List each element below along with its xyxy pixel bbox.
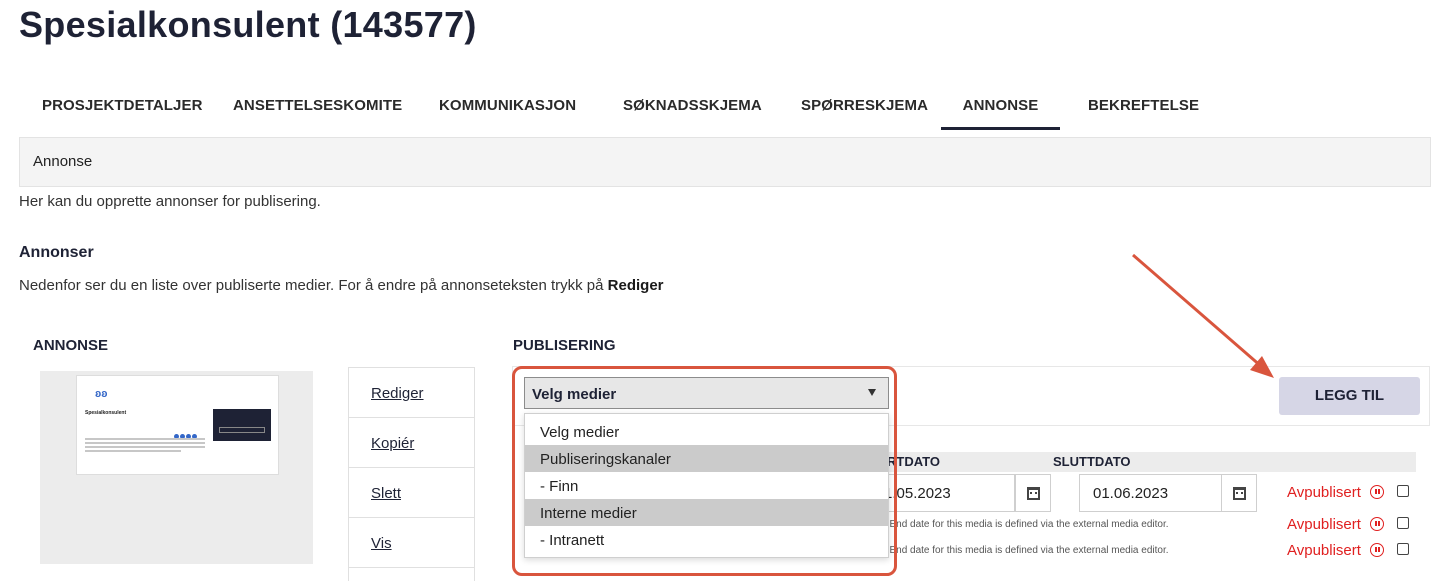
- annotation-arrow: [1132, 253, 1274, 378]
